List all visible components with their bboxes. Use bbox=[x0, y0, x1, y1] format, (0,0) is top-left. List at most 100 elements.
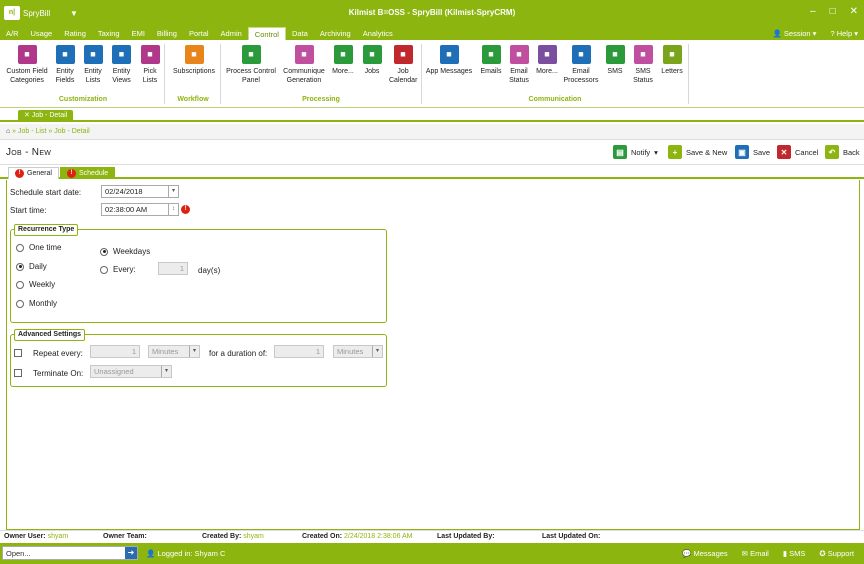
start-date-input[interactable]: 02/24/2018 ▾ bbox=[101, 185, 179, 198]
record-footer: Owner User: shyam Owner Team: Created By… bbox=[0, 530, 864, 542]
tab-schedule[interactable]: ! Schedule bbox=[60, 167, 116, 179]
home-icon[interactable]: ⌂ bbox=[6, 128, 10, 135]
save-new-button[interactable]: + Save & New bbox=[668, 145, 727, 159]
ribbon-job-calendar-button[interactable]: ■ Job Calendar bbox=[389, 45, 417, 85]
menu-usage[interactable]: Usage bbox=[25, 27, 59, 40]
ribbon-jobs-button[interactable]: ■ Jobs bbox=[360, 45, 384, 76]
repeat-value-input[interactable]: 1 bbox=[90, 345, 140, 358]
menu-emi[interactable]: EMI bbox=[126, 27, 151, 40]
radio-weekdays[interactable]: Weekdays bbox=[100, 247, 150, 256]
error-icon: ! bbox=[67, 169, 76, 178]
tab-general[interactable]: ! General bbox=[8, 167, 59, 179]
ribbon-entity-views-button[interactable]: ■ Entity Views bbox=[108, 45, 135, 85]
minimize-icon[interactable]: – bbox=[810, 6, 816, 17]
menu-admin[interactable]: Admin bbox=[215, 27, 248, 40]
support-link[interactable]: ✪ Support bbox=[819, 549, 854, 558]
repeat-unit-select[interactable]: Minutes ▾ bbox=[148, 345, 200, 358]
recurrence-legend: Recurrence Type bbox=[14, 224, 79, 236]
menu-bar: A/R Usage Rating Taxing EMI Billing Portal Admi… bbox=[0, 27, 864, 40]
pick-lists-icon: ■ bbox=[140, 45, 160, 64]
email-link[interactable]: ✉ Email bbox=[742, 549, 769, 558]
terminate-checkbox[interactable] bbox=[14, 369, 22, 377]
menu-archiving[interactable]: Archiving bbox=[314, 27, 357, 40]
page-title: Job - New bbox=[6, 147, 52, 158]
menu-analytics[interactable]: Analytics bbox=[357, 27, 399, 40]
ribbon-entity-lists-button[interactable]: ■ Entity Lists bbox=[80, 45, 106, 85]
ribbon-button-label: Entity Views bbox=[112, 68, 131, 84]
ribbon-custom-field-categories-button[interactable]: ■ Custom Field Categories bbox=[4, 45, 50, 85]
ribbon-sms-button[interactable]: ■ SMS bbox=[604, 45, 626, 76]
breadcrumb-job-list[interactable]: Job - List bbox=[18, 128, 46, 135]
maximize-icon[interactable]: □ bbox=[830, 6, 836, 17]
jobs-clock-icon: ■ bbox=[362, 45, 382, 64]
back-button[interactable]: ↶ Back bbox=[825, 145, 860, 159]
ribbon-entity-fields-button[interactable]: ■ Entity Fields bbox=[52, 45, 78, 85]
window-controls: – □ ✕ bbox=[810, 6, 858, 17]
ribbon-email-processors-button[interactable]: ■ Email Processors bbox=[563, 45, 599, 85]
ribbon-more-button[interactable]: ■ More... bbox=[534, 45, 560, 76]
close-icon[interactable]: ✕ bbox=[850, 6, 858, 17]
messages-link[interactable]: 💬 Messages bbox=[682, 549, 728, 558]
doc-tab-job-detail[interactable]: ✕ Job - Detail bbox=[18, 110, 74, 122]
sms-link[interactable]: ▮ SMS bbox=[783, 549, 806, 558]
close-tab-icon[interactable]: ✕ bbox=[24, 112, 30, 119]
schedule-panel: Schedule start date: 02/24/2018 ▾ Start t… bbox=[6, 180, 860, 530]
duration-unit-select[interactable]: Minutes ▾ bbox=[333, 345, 383, 358]
communique-icon: ■ bbox=[294, 45, 314, 64]
ribbon-app-messages-button[interactable]: ■ App Messages bbox=[425, 45, 473, 76]
ribbon-button-label: Entity Lists bbox=[84, 68, 102, 84]
repeat-checkbox[interactable] bbox=[14, 349, 22, 357]
window-title: Kilmist B=OSS - SpryBill (Kilmist-SpryCR… bbox=[348, 8, 516, 17]
email-icon: ■ bbox=[481, 45, 501, 64]
ribbon-subscriptions-button[interactable]: ■ Subscriptions bbox=[170, 45, 218, 76]
radio-daily[interactable]: Daily bbox=[16, 262, 47, 271]
created-by: Created By: shyam bbox=[202, 533, 264, 540]
session-menu[interactable]: 👤 Session ▾ bbox=[772, 29, 816, 38]
save-button[interactable]: ▣ Save bbox=[735, 145, 770, 159]
radio-weekly[interactable]: Weekly bbox=[16, 280, 55, 289]
ribbon-more-button[interactable]: ■ More... bbox=[330, 45, 356, 76]
error-icon: ! bbox=[181, 205, 190, 214]
ribbon-communique-generation-button[interactable]: ■ Communique Generation bbox=[280, 45, 328, 85]
radio-monthly[interactable]: Monthly bbox=[16, 299, 57, 308]
ribbon-email-status-button[interactable]: ■ Email Status bbox=[506, 45, 532, 85]
terminate-select[interactable]: Unassigned ▾ bbox=[90, 365, 172, 378]
radio-indicator bbox=[100, 247, 108, 256]
status-bar: Open... ➜ 👤 Logged in: Shyam C 💬 Messages… bbox=[0, 543, 864, 564]
menu-rating[interactable]: Rating bbox=[58, 27, 92, 40]
rss-icon: ■ bbox=[184, 45, 204, 64]
radio-every[interactable]: Every: bbox=[100, 265, 136, 274]
menu-billing[interactable]: Billing bbox=[151, 27, 183, 40]
entity-fields-icon: ■ bbox=[55, 45, 75, 64]
spinner-icon[interactable]: ↕ bbox=[168, 204, 178, 215]
radio-one-time[interactable]: One time bbox=[16, 243, 61, 252]
ribbon-process-control-panel-button[interactable]: ■ Process Control Panel bbox=[224, 45, 278, 85]
cancel-button[interactable]: ✕ Cancel bbox=[777, 145, 818, 159]
ribbon-emails-button[interactable]: ■ Emails bbox=[478, 45, 504, 76]
ribbon-letters-button[interactable]: ■ Letters bbox=[658, 45, 686, 76]
menu-taxing[interactable]: Taxing bbox=[92, 27, 126, 40]
menu-a-r[interactable]: A/R bbox=[0, 27, 25, 40]
ribbon-button-label: More... bbox=[536, 68, 558, 75]
chevron-down-icon[interactable]: ▾ bbox=[168, 186, 178, 197]
error-icon: ! bbox=[15, 169, 24, 178]
menu-data[interactable]: Data bbox=[286, 27, 314, 40]
breadcrumb-job-detail[interactable]: Job - Detail bbox=[54, 128, 89, 135]
menu-portal[interactable]: Portal bbox=[183, 27, 215, 40]
notify-button[interactable]: ▤ Notify ▾ bbox=[613, 145, 658, 159]
every-days-input[interactable]: 1 bbox=[158, 262, 188, 275]
advanced-legend: Advanced Settings bbox=[14, 329, 86, 341]
ribbon-pick-lists-button[interactable]: ■ Pick Lists bbox=[137, 45, 163, 85]
chevron-down-icon: ▾ bbox=[161, 366, 171, 377]
open-input[interactable]: Open... ➜ bbox=[2, 546, 138, 560]
duration-value-input[interactable]: 1 bbox=[274, 345, 324, 358]
menu-control[interactable]: Control bbox=[247, 27, 286, 40]
arrow-right-icon[interactable]: ➜ bbox=[125, 547, 137, 559]
start-time-input[interactable]: 02:38:00 AM ↕ bbox=[101, 203, 179, 216]
ribbon-sms-status-button[interactable]: ■ SMS Status bbox=[631, 45, 655, 85]
custom-field-categories-icon: ■ bbox=[17, 45, 37, 64]
help-menu[interactable]: ? Help ▾ bbox=[830, 29, 858, 38]
phone-icon: ▮ bbox=[782, 549, 787, 558]
ribbon-button-label: Email Processors bbox=[563, 68, 599, 84]
ribbon: Customization Workflow Processing Commun… bbox=[0, 40, 864, 108]
